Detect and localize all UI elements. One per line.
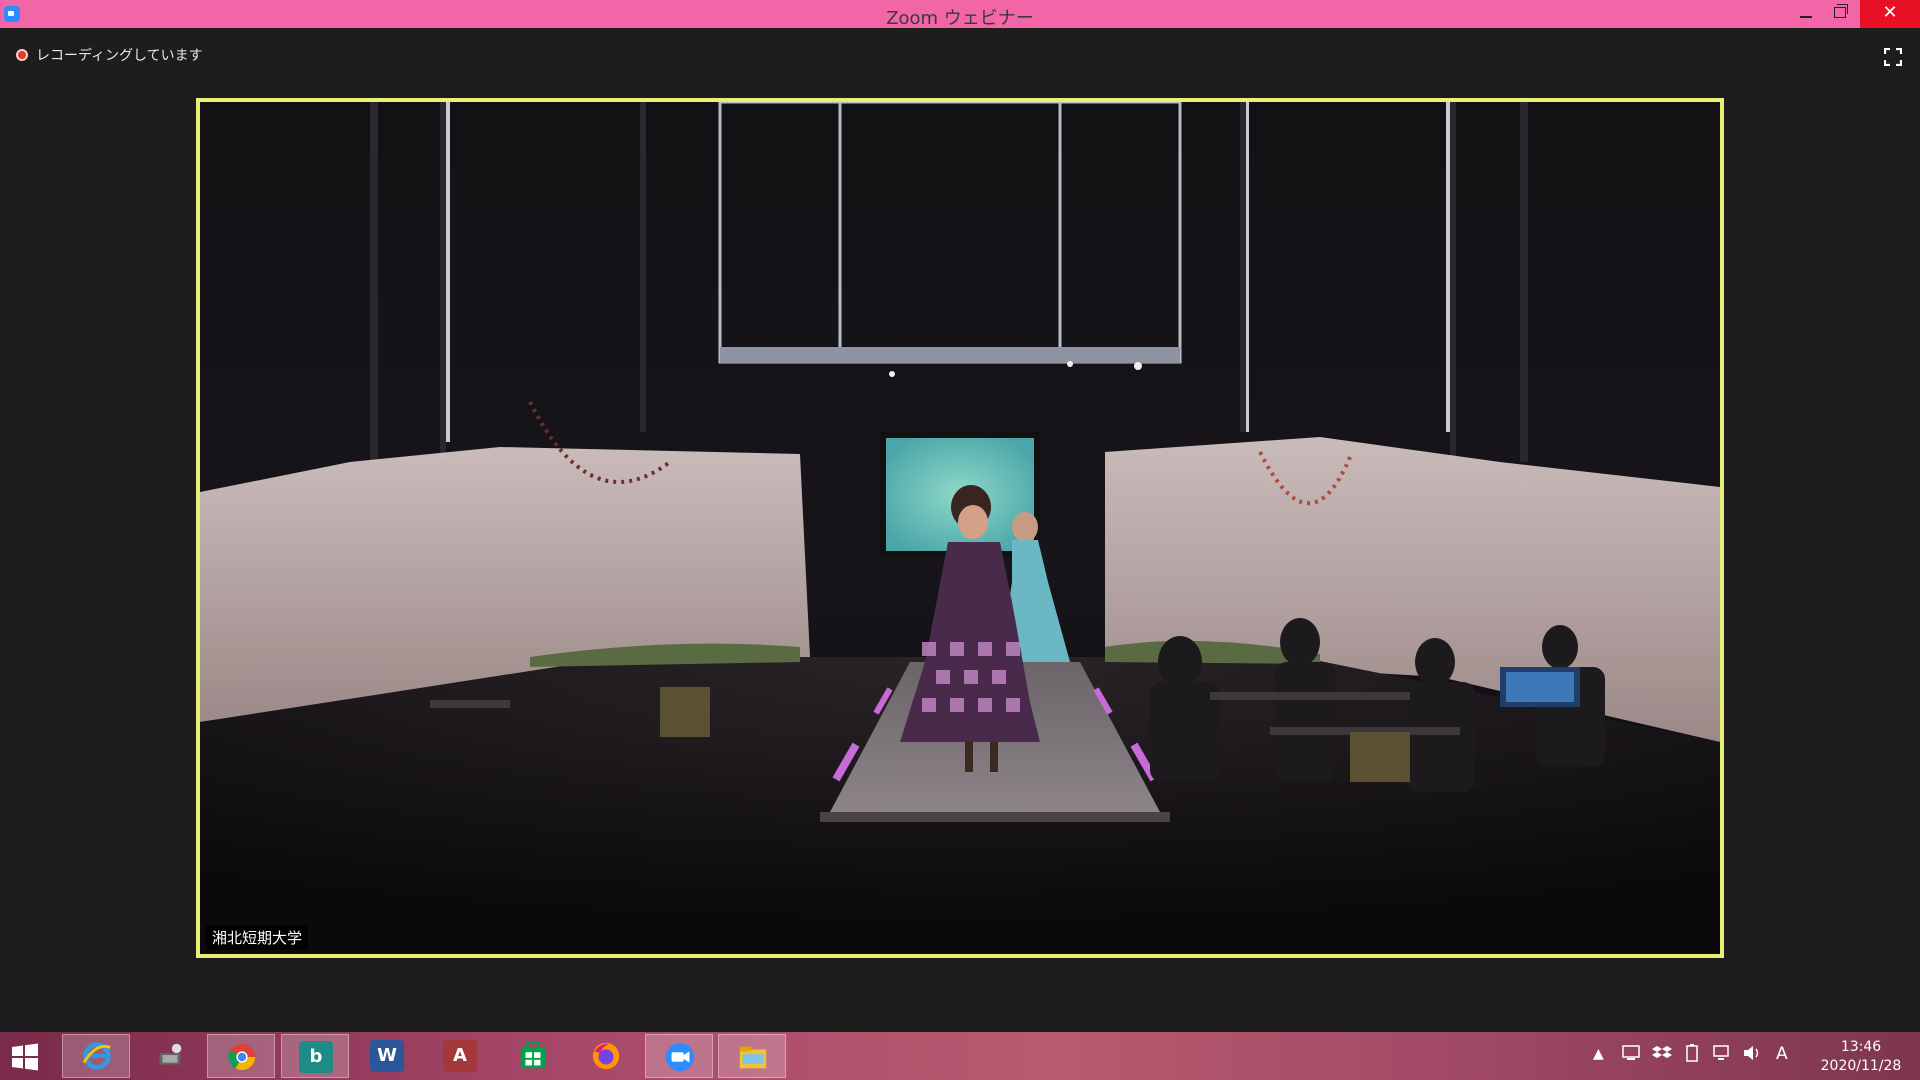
volume-icon[interactable] <box>1742 1043 1762 1063</box>
video-frame[interactable]: 湘北短期大学 <box>196 98 1724 958</box>
taskbar-bing[interactable]: b <box>281 1034 349 1078</box>
clock-time: 13:46 <box>1840 1039 1882 1055</box>
taskbar-internet-explorer[interactable] <box>62 1034 130 1078</box>
taskbar-network-app[interactable] <box>136 1034 204 1078</box>
battery-icon[interactable] <box>1682 1043 1702 1063</box>
taskbar-access[interactable]: A <box>426 1034 494 1078</box>
taskbar-chrome[interactable] <box>207 1034 275 1078</box>
chrome-icon <box>228 1043 256 1071</box>
taskbar-zoom[interactable] <box>645 1034 713 1078</box>
access-icon: A <box>443 1040 477 1072</box>
recording-label: レコーディングしています <box>36 48 203 64</box>
taskbar-clock[interactable]: 13:46 2020/11/28 <box>1806 1038 1916 1076</box>
recording-indicator: レコーディングしています <box>16 45 203 65</box>
network-icon[interactable] <box>1712 1043 1732 1063</box>
windows-start-icon[interactable] <box>10 1042 40 1072</box>
bing-icon: b <box>299 1041 333 1073</box>
file-explorer-icon <box>739 1046 767 1069</box>
clock-date: 2020/11/28 <box>1820 1058 1902 1074</box>
word-icon: W <box>370 1040 404 1072</box>
participant-name-label: 湘北短期大学 <box>206 925 309 950</box>
title-bar: Zoom ウェビナー ✕ <box>0 0 1920 29</box>
taskbar-store[interactable] <box>499 1034 567 1078</box>
recording-icon <box>16 49 28 61</box>
zoom-icon <box>665 1042 695 1072</box>
ime-indicator[interactable]: A <box>1776 1044 1788 1064</box>
video-stream <box>200 102 1720 954</box>
show-hidden-icons-icon[interactable]: ▲ <box>1593 1046 1604 1062</box>
firefox-icon <box>592 1042 620 1070</box>
fullscreen-button[interactable] <box>1884 48 1902 66</box>
dropbox-icon[interactable] <box>1652 1043 1672 1063</box>
window-title: Zoom ウェビナー <box>886 8 1034 29</box>
action-center-icon[interactable] <box>1621 1043 1641 1063</box>
close-button[interactable]: ✕ <box>1860 0 1920 28</box>
taskbar-word[interactable]: W <box>353 1034 421 1078</box>
taskbar-file-explorer[interactable] <box>718 1034 786 1078</box>
store-icon <box>520 1041 546 1069</box>
taskbar-firefox[interactable] <box>572 1034 640 1078</box>
maximize-button[interactable] <box>1818 0 1864 28</box>
internet-explorer-icon <box>82 1042 111 1070</box>
network-app-icon <box>159 1043 182 1065</box>
